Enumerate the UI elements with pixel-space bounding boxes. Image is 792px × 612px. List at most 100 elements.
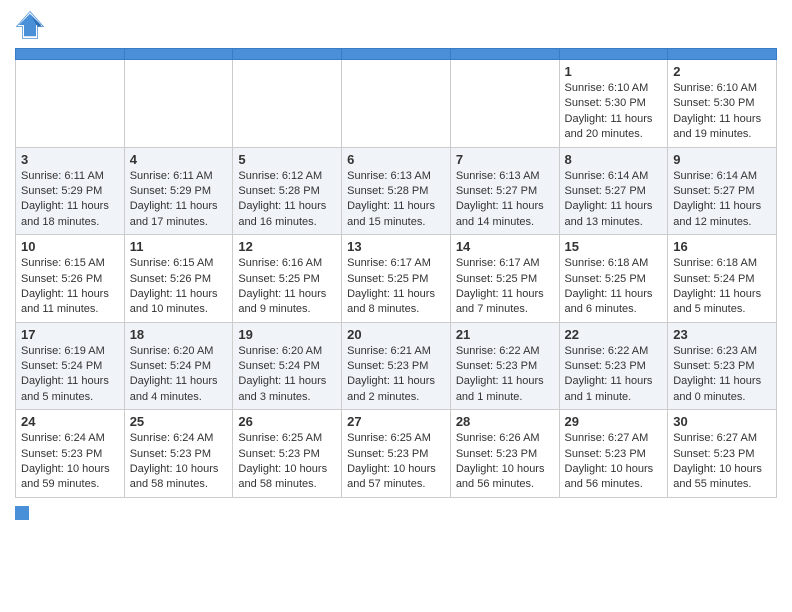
legend-color-box (15, 506, 29, 520)
logo (15, 10, 47, 40)
day-number: 21 (456, 327, 554, 342)
day-info: Sunrise: 6:10 AM Sunset: 5:30 PM Dayligh… (673, 81, 771, 143)
day-info: Sunrise: 6:10 AM Sunset: 5:30 PM Dayligh… (565, 81, 663, 143)
table-row: 3 Sunrise: 6:11 AM Sunset: 5:29 PM Daylig… (16, 147, 125, 235)
table-row: 21 Sunrise: 6:22 AM Sunset: 5:23 PM Dayli… (450, 322, 559, 410)
day-number: 14 (456, 239, 554, 254)
day-number: 3 (21, 152, 119, 167)
day-info: Sunrise: 6:25 AM Sunset: 5:23 PM Dayligh… (238, 431, 336, 493)
header (15, 10, 777, 40)
day-info: Sunrise: 6:14 AM Sunset: 5:27 PM Dayligh… (565, 169, 663, 231)
day-number: 25 (130, 414, 228, 429)
day-number: 1 (565, 64, 663, 79)
day-info: Sunrise: 6:20 AM Sunset: 5:24 PM Dayligh… (238, 344, 336, 406)
day-number: 16 (673, 239, 771, 254)
day-info: Sunrise: 6:18 AM Sunset: 5:24 PM Dayligh… (673, 256, 771, 318)
day-number: 27 (347, 414, 445, 429)
table-row (233, 60, 342, 148)
col-wednesday (342, 49, 451, 60)
table-row (450, 60, 559, 148)
day-info: Sunrise: 6:14 AM Sunset: 5:27 PM Dayligh… (673, 169, 771, 231)
day-info: Sunrise: 6:15 AM Sunset: 5:26 PM Dayligh… (130, 256, 228, 318)
day-info: Sunrise: 6:16 AM Sunset: 5:25 PM Dayligh… (238, 256, 336, 318)
day-number: 24 (21, 414, 119, 429)
table-row: 29 Sunrise: 6:27 AM Sunset: 5:23 PM Dayli… (559, 410, 668, 498)
logo-icon (15, 10, 45, 40)
day-info: Sunrise: 6:17 AM Sunset: 5:25 PM Dayligh… (347, 256, 445, 318)
table-row: 28 Sunrise: 6:26 AM Sunset: 5:23 PM Dayli… (450, 410, 559, 498)
col-tuesday (233, 49, 342, 60)
calendar-week-row: 17Sunrise: 6:19 AM Sunset: 5:24 PM Dayli… (16, 322, 777, 410)
day-info: Sunrise: 6:12 AM Sunset: 5:28 PM Dayligh… (238, 169, 336, 231)
table-row: 16 Sunrise: 6:18 AM Sunset: 5:24 PM Dayli… (668, 235, 777, 323)
day-info: Sunrise: 6:11 AM Sunset: 5:29 PM Dayligh… (21, 169, 119, 231)
table-row: 25 Sunrise: 6:24 AM Sunset: 5:23 PM Dayli… (124, 410, 233, 498)
day-number: 30 (673, 414, 771, 429)
day-number: 28 (456, 414, 554, 429)
table-row: 1 Sunrise: 6:10 AM Sunset: 5:30 PM Daylig… (559, 60, 668, 148)
day-number: 11 (130, 239, 228, 254)
day-number: 22 (565, 327, 663, 342)
table-row: 8 Sunrise: 6:14 AM Sunset: 5:27 PM Daylig… (559, 147, 668, 235)
day-number: 6 (347, 152, 445, 167)
day-info: Sunrise: 6:24 AM Sunset: 5:23 PM Dayligh… (130, 431, 228, 493)
table-row: 11 Sunrise: 6:15 AM Sunset: 5:26 PM Dayli… (124, 235, 233, 323)
table-row: 9 Sunrise: 6:14 AM Sunset: 5:27 PM Daylig… (668, 147, 777, 235)
day-info: Sunrise: 6:11 AM Sunset: 5:29 PM Dayligh… (130, 169, 228, 231)
day-info: Sunrise: 6:19 AM Sunset: 5:24 PM Dayligh… (21, 344, 119, 406)
table-row: 23Sunrise: 6:23 AM Sunset: 5:23 PM Dayli… (668, 322, 777, 410)
col-friday (559, 49, 668, 60)
col-saturday (668, 49, 777, 60)
day-number: 19 (238, 327, 336, 342)
table-row: 17Sunrise: 6:19 AM Sunset: 5:24 PM Dayli… (16, 322, 125, 410)
day-info: Sunrise: 6:13 AM Sunset: 5:28 PM Dayligh… (347, 169, 445, 231)
day-info: Sunrise: 6:15 AM Sunset: 5:26 PM Dayligh… (21, 256, 119, 318)
calendar-week-row: 1 Sunrise: 6:10 AM Sunset: 5:30 PM Daylig… (16, 60, 777, 148)
table-row: 5 Sunrise: 6:12 AM Sunset: 5:28 PM Daylig… (233, 147, 342, 235)
calendar-week-row: 10 Sunrise: 6:15 AM Sunset: 5:26 PM Dayli… (16, 235, 777, 323)
col-sunday (16, 49, 125, 60)
calendar-table: 1 Sunrise: 6:10 AM Sunset: 5:30 PM Daylig… (15, 48, 777, 498)
calendar-header-row (16, 49, 777, 60)
day-info: Sunrise: 6:27 AM Sunset: 5:23 PM Dayligh… (673, 431, 771, 493)
table-row: 18 Sunrise: 6:20 AM Sunset: 5:24 PM Dayli… (124, 322, 233, 410)
table-row: 30 Sunrise: 6:27 AM Sunset: 5:23 PM Dayli… (668, 410, 777, 498)
table-row (342, 60, 451, 148)
day-number: 4 (130, 152, 228, 167)
day-number: 13 (347, 239, 445, 254)
day-info: Sunrise: 6:26 AM Sunset: 5:23 PM Dayligh… (456, 431, 554, 493)
day-number: 20 (347, 327, 445, 342)
day-info: Sunrise: 6:20 AM Sunset: 5:24 PM Dayligh… (130, 344, 228, 406)
day-number: 9 (673, 152, 771, 167)
table-row (124, 60, 233, 148)
table-row: 27Sunrise: 6:25 AM Sunset: 5:23 PM Dayli… (342, 410, 451, 498)
day-number: 2 (673, 64, 771, 79)
day-info: Sunrise: 6:27 AM Sunset: 5:23 PM Dayligh… (565, 431, 663, 493)
day-number: 15 (565, 239, 663, 254)
day-number: 29 (565, 414, 663, 429)
day-number: 10 (21, 239, 119, 254)
calendar-week-row: 24 Sunrise: 6:24 AM Sunset: 5:23 PM Dayli… (16, 410, 777, 498)
table-row: 2 Sunrise: 6:10 AM Sunset: 5:30 PM Daylig… (668, 60, 777, 148)
day-number: 23 (673, 327, 771, 342)
page: 1 Sunrise: 6:10 AM Sunset: 5:30 PM Daylig… (0, 0, 792, 530)
day-info: Sunrise: 6:13 AM Sunset: 5:27 PM Dayligh… (456, 169, 554, 231)
col-monday (124, 49, 233, 60)
table-row: 22 Sunrise: 6:22 AM Sunset: 5:23 PM Dayli… (559, 322, 668, 410)
table-row: 10 Sunrise: 6:15 AM Sunset: 5:26 PM Dayli… (16, 235, 125, 323)
table-row: 26 Sunrise: 6:25 AM Sunset: 5:23 PM Dayli… (233, 410, 342, 498)
table-row (16, 60, 125, 148)
day-info: Sunrise: 6:22 AM Sunset: 5:23 PM Dayligh… (456, 344, 554, 406)
day-number: 5 (238, 152, 336, 167)
table-row: 12 Sunrise: 6:16 AM Sunset: 5:25 PM Dayli… (233, 235, 342, 323)
day-number: 18 (130, 327, 228, 342)
day-number: 8 (565, 152, 663, 167)
calendar-week-row: 3 Sunrise: 6:11 AM Sunset: 5:29 PM Daylig… (16, 147, 777, 235)
table-row: 14Sunrise: 6:17 AM Sunset: 5:25 PM Dayli… (450, 235, 559, 323)
day-info: Sunrise: 6:22 AM Sunset: 5:23 PM Dayligh… (565, 344, 663, 406)
day-info: Sunrise: 6:21 AM Sunset: 5:23 PM Dayligh… (347, 344, 445, 406)
day-number: 12 (238, 239, 336, 254)
legend (15, 506, 777, 520)
day-number: 7 (456, 152, 554, 167)
day-number: 26 (238, 414, 336, 429)
